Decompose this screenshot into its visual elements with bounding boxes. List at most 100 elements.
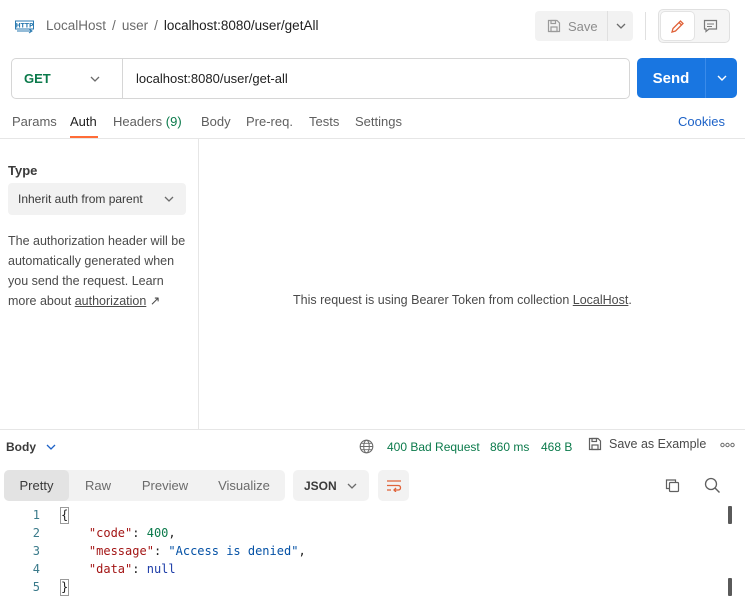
comment-icon bbox=[703, 19, 718, 33]
line-number: 3 bbox=[32, 544, 40, 558]
collection-link[interactable]: LocalHost bbox=[573, 293, 629, 307]
auth-type-label: Type bbox=[8, 163, 38, 178]
chevron-down-icon bbox=[717, 75, 726, 81]
headers-count-badge: (9) bbox=[165, 114, 182, 129]
code-line: 4 "data": null bbox=[0, 560, 720, 578]
response-size[interactable]: 468 B bbox=[541, 440, 572, 454]
response-body-editor[interactable]: 1 { 2 "code": 400, 3 "message": "Access … bbox=[0, 506, 732, 611]
send-options-button[interactable] bbox=[705, 58, 737, 98]
tab-body[interactable]: Body bbox=[201, 114, 231, 129]
format-select[interactable]: JSON bbox=[293, 470, 369, 501]
inherited-auth-text: This request is using Bearer Token from … bbox=[293, 293, 573, 307]
tab-preview[interactable]: Preview bbox=[128, 470, 202, 501]
auth-description: The authorization header will be automat… bbox=[8, 231, 194, 311]
json-key: "data" bbox=[88, 562, 133, 576]
chevron-down-icon bbox=[46, 444, 56, 450]
code-text: } bbox=[60, 578, 70, 596]
comments-mode-button[interactable] bbox=[694, 12, 727, 40]
chevron-down-icon bbox=[90, 76, 100, 82]
http-icon: HTTP bbox=[15, 20, 34, 34]
svg-text:HTTP: HTTP bbox=[16, 23, 34, 30]
code-line: 2 "code": 400, bbox=[0, 524, 720, 542]
chevron-down-icon bbox=[347, 483, 357, 489]
response-bar: Body 400 Bad Request 860 ms 468 B Save a… bbox=[0, 430, 750, 462]
save-button-group: Save bbox=[535, 11, 633, 41]
save-icon bbox=[588, 437, 602, 451]
auth-detail-panel: This request is using Bearer Token from … bbox=[199, 139, 745, 429]
json-number: 400 bbox=[146, 526, 169, 540]
breadcrumb-folder[interactable]: user bbox=[122, 18, 148, 33]
wrap-icon bbox=[386, 480, 401, 492]
code-line: 3 "message": "Access is denied", bbox=[0, 542, 720, 560]
scrollbar-marker[interactable] bbox=[728, 578, 732, 596]
status-badge[interactable]: 400 Bad Request bbox=[387, 440, 480, 454]
cookies-link[interactable]: Cookies bbox=[678, 114, 725, 129]
top-bar: HTTP LocalHost / user / localhost:8080/user/… bbox=[0, 0, 750, 52]
response-view-tabs: Pretty Raw Preview Visualize bbox=[4, 470, 285, 501]
json-string: "Access is denied" bbox=[168, 544, 299, 558]
method-select[interactable]: GET bbox=[12, 59, 123, 98]
more-icon[interactable] bbox=[720, 442, 735, 448]
save-as-example-label: Save as Example bbox=[609, 437, 707, 451]
url-input[interactable] bbox=[123, 59, 629, 98]
inherited-auth-message: This request is using Bearer Token from … bbox=[293, 293, 632, 307]
send-button[interactable]: Send bbox=[637, 58, 705, 98]
format-value: JSON bbox=[304, 478, 337, 493]
breadcrumb-separator: / bbox=[112, 18, 116, 33]
json-open-brace: { bbox=[60, 507, 70, 524]
copy-icon[interactable] bbox=[665, 478, 680, 493]
code-text: { bbox=[60, 506, 70, 524]
globe-icon[interactable] bbox=[359, 439, 374, 454]
line-number: 1 bbox=[32, 508, 40, 522]
code-text: "code": 400, bbox=[88, 526, 176, 540]
breadcrumb-separator: / bbox=[154, 18, 158, 33]
save-options-button[interactable] bbox=[607, 11, 633, 41]
response-time[interactable]: 860 ms bbox=[490, 440, 529, 454]
save-label: Save bbox=[568, 18, 598, 34]
search-icon[interactable] bbox=[704, 477, 721, 494]
breadcrumb-current-request[interactable]: localhost:8080/user/getAll bbox=[164, 18, 319, 33]
save-icon bbox=[547, 19, 561, 33]
scrollbar-marker[interactable] bbox=[728, 506, 732, 524]
line-number: 4 bbox=[32, 562, 40, 576]
tab-headers[interactable]: Headers (9) bbox=[113, 114, 182, 129]
json-close-brace: } bbox=[60, 579, 70, 596]
breadcrumb-workspace[interactable]: LocalHost bbox=[46, 18, 106, 33]
line-number: 2 bbox=[32, 526, 40, 540]
method-value: GET bbox=[24, 71, 51, 86]
tab-prereq[interactable]: Pre-req. bbox=[246, 114, 293, 129]
chevron-down-icon bbox=[164, 196, 174, 202]
tab-auth[interactable]: Auth bbox=[70, 114, 97, 129]
breadcrumb: LocalHost / user / localhost:8080/user/getAl… bbox=[46, 18, 318, 33]
code-text: "data": null bbox=[88, 562, 176, 576]
json-key: "message" bbox=[88, 544, 154, 558]
send-button-group: Send bbox=[637, 58, 737, 98]
response-body-label: Body bbox=[6, 440, 36, 454]
inherited-auth-suffix: . bbox=[628, 293, 632, 307]
tab-tests[interactable]: Tests bbox=[309, 114, 339, 129]
tab-raw[interactable]: Raw bbox=[73, 470, 123, 501]
toolbar-divider bbox=[645, 12, 646, 40]
url-bar: GET bbox=[11, 58, 630, 99]
authorization-docs-link[interactable]: authorization bbox=[75, 294, 147, 308]
save-button[interactable]: Save bbox=[535, 11, 607, 41]
edit-mode-button[interactable] bbox=[661, 12, 694, 40]
save-as-example-button[interactable]: Save as Example bbox=[588, 437, 706, 451]
tab-settings[interactable]: Settings bbox=[355, 114, 402, 129]
auth-type-select[interactable]: Inherit auth from parent bbox=[8, 183, 186, 215]
response-body-dropdown[interactable]: Body bbox=[6, 440, 56, 454]
line-number: 5 bbox=[32, 580, 40, 594]
code-line: 5 } bbox=[0, 578, 720, 596]
chevron-down-icon bbox=[616, 23, 625, 29]
code-line: 1 { bbox=[0, 506, 720, 524]
code-text: "message": "Access is denied", bbox=[88, 544, 306, 558]
tab-visualize[interactable]: Visualize bbox=[207, 470, 281, 501]
view-mode-toggle bbox=[658, 9, 730, 43]
pencil-icon bbox=[671, 19, 684, 33]
tab-params[interactable]: Params bbox=[12, 114, 57, 129]
external-link-icon: ↗ bbox=[149, 294, 161, 308]
tab-pretty[interactable]: Pretty bbox=[4, 470, 69, 501]
wrap-lines-button[interactable] bbox=[378, 470, 409, 501]
request-tabs: Params Auth Headers (9) Body Pre-req. Te… bbox=[0, 108, 750, 138]
tab-headers-label: Headers bbox=[113, 114, 163, 129]
